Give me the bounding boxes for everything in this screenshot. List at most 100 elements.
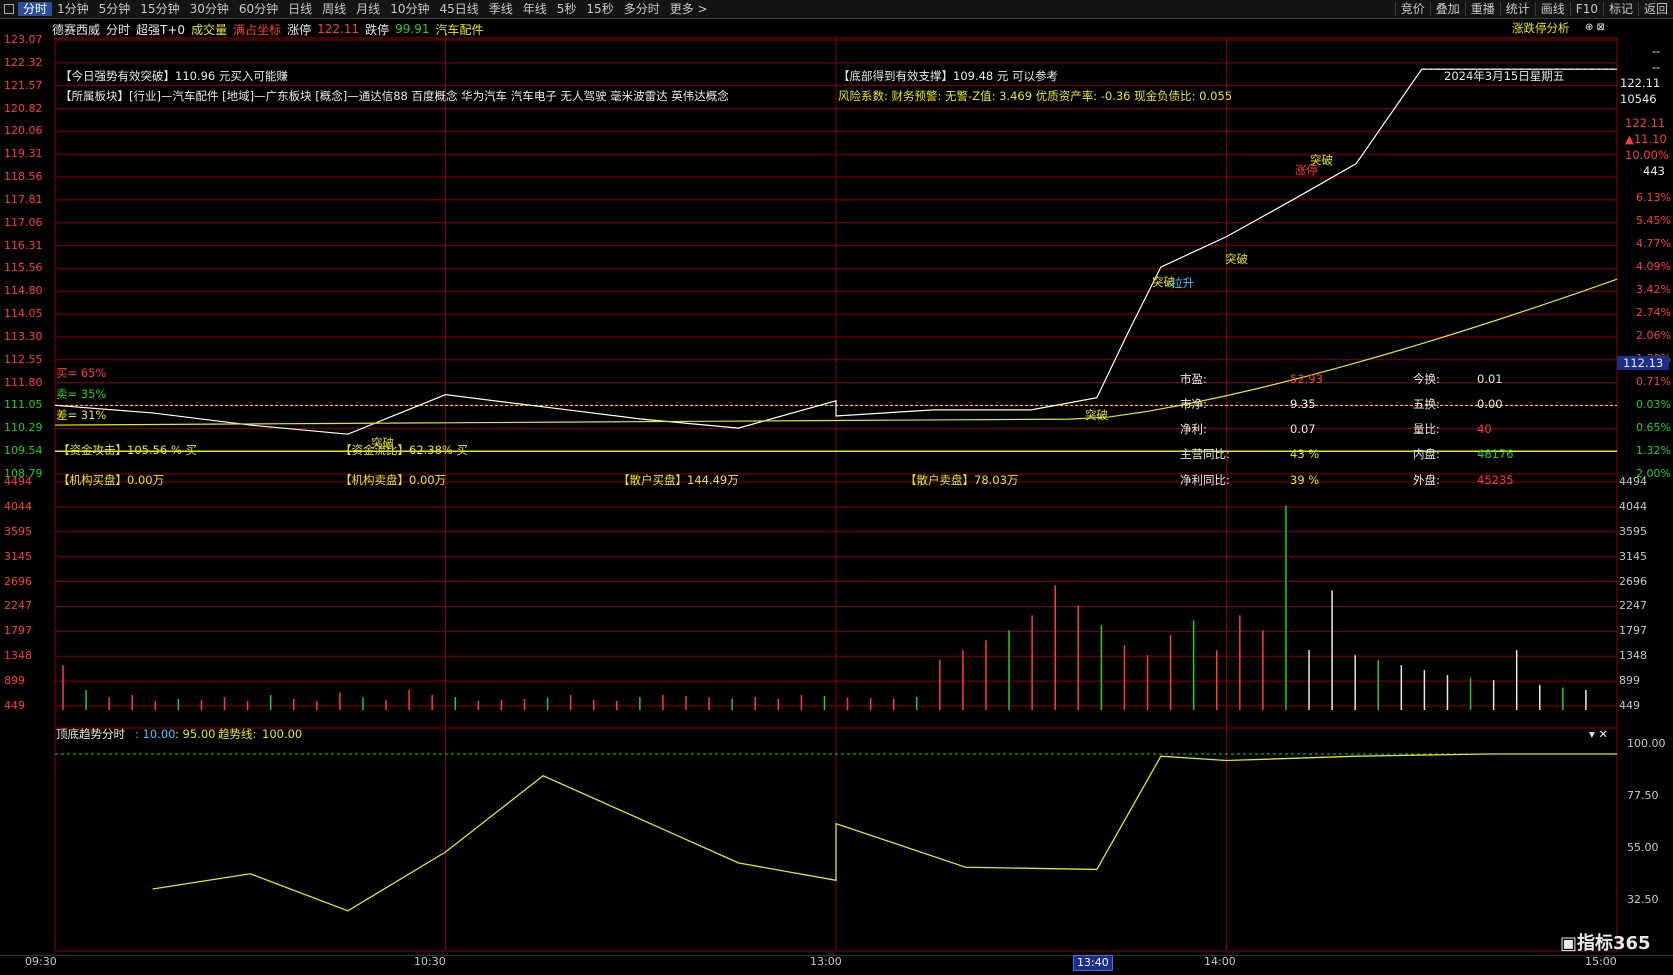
time-tick: 13:40 [1073, 955, 1113, 971]
price-tick: 113.30 [4, 329, 43, 343]
volume-tick: 3595 [1619, 524, 1647, 538]
outer-value: 45235 [1477, 473, 1514, 487]
time-tick: 09:30 [25, 955, 57, 968]
volume-tick: 899 [4, 674, 25, 688]
price-tick: 119.31 [4, 147, 43, 161]
volume-tick: 2696 [1619, 574, 1647, 588]
retail-buy: 【散户买盘】144.49万 [618, 473, 739, 487]
pct-tick: 6.13% [1636, 191, 1671, 204]
volume-tick: 1348 [4, 649, 32, 663]
price-tick: 120.06 [4, 124, 43, 138]
pct-tick: 1.32% [1636, 444, 1671, 457]
chart-canvas [54, 37, 1618, 952]
indicator-line [152, 753, 1617, 912]
fund-attack: 【资金攻击】105.56 % 买 [58, 443, 197, 457]
right-price-2: 122.11 [1625, 116, 1666, 130]
pct-tick: 4.09% [1636, 260, 1671, 273]
price-tick: 123.07 [4, 33, 43, 46]
pct-tick: 4.77% [1636, 237, 1671, 250]
volume-tick: 1797 [4, 624, 32, 638]
price-tick: 115.56 [4, 261, 43, 275]
npg-label: 净利同比: [1180, 473, 1230, 487]
right-change: ▲11.10 [1625, 132, 1667, 146]
five-value: 0.00 [1477, 397, 1503, 411]
breakthrough-5: 突破 [371, 436, 394, 450]
retail-sell: 【散户卖盘】78.03万 [905, 473, 1019, 487]
indicator-tick: 32.50 [1627, 893, 1659, 906]
strong-break-label: 【今日强势有效突破】110.96 元买入可能赚 [60, 69, 288, 83]
indicator-tick: 100.00 [1627, 737, 1666, 750]
fund-flow: 【资金流比】62.38% 买 [340, 443, 469, 457]
price-tick: 116.31 [4, 238, 43, 252]
price-tick: 122.32 [4, 55, 43, 69]
price-tick: 114.05 [4, 307, 43, 321]
right-change-pct: 10.00% [1625, 148, 1669, 162]
price-tick: 121.57 [4, 78, 43, 92]
pb-value: 9.35 [1290, 397, 1316, 411]
bottom-support-label: 【底部得到有效支撑】109.48 元 可以参考 [838, 69, 1059, 83]
pull-up-label: -拉升 [1167, 276, 1195, 290]
time-tick: 10:30 [414, 955, 446, 968]
volume-tick: 3145 [4, 549, 32, 563]
sell-pct: 卖= 35% [56, 387, 107, 401]
np-value: 0.07 [1290, 422, 1316, 436]
right-vol-1: 10546 [1620, 92, 1657, 106]
today-value: 0.01 [1477, 372, 1503, 386]
price-tick: 111.80 [4, 375, 43, 389]
volume-tick: 4044 [1619, 499, 1647, 513]
ratio-label: 量比: [1413, 422, 1440, 436]
risk-label: 风险系数: 财务预警: 无警-Z值: 3.469 优质资产率: -0.36 现金… [838, 89, 1233, 103]
pct-tick: 2.06% [1636, 329, 1671, 342]
volume-tick: 1348 [1619, 649, 1647, 663]
price-tick: 110.29 [4, 421, 43, 435]
volume-tick: 449 [4, 699, 25, 712]
dash-2: -- [1652, 60, 1661, 74]
volume-tick: 4494 [1619, 475, 1647, 488]
ratio-value: 40 [1477, 422, 1492, 436]
indicator-title[interactable]: 顶底趋势分时 [56, 727, 125, 741]
outer-label: 外盘: [1413, 473, 1440, 487]
volume-tick: 3145 [1619, 549, 1647, 563]
price-tick: 117.06 [4, 215, 43, 229]
rev-label: 主营同比: [1180, 447, 1230, 461]
volume-tick: 1797 [1619, 624, 1647, 638]
right-price-1: 122.11 [1620, 76, 1661, 90]
price-tick: 112.55 [4, 352, 43, 366]
indicator-p2: : 95.00 [175, 727, 216, 741]
today-label: 今换: [1413, 372, 1440, 386]
logo: ▣指标365 [1560, 933, 1651, 954]
price-tick: 117.81 [4, 192, 43, 206]
price-tick: 114.80 [4, 284, 43, 298]
pct-tick: 2.74% [1636, 306, 1671, 319]
rev-value: 43 % [1290, 447, 1320, 461]
breakthrough-4: 突破 [1085, 408, 1108, 422]
trend-label: 趋势线: [218, 727, 257, 741]
time-tick: 15:00 [1585, 955, 1617, 968]
indicator-close-icon[interactable]: ▾ ✕ [1589, 727, 1608, 741]
volume-tick: 2696 [4, 574, 32, 588]
pct-tick: 0.03% [1636, 398, 1671, 411]
pct-tick: 3.42% [1636, 283, 1671, 296]
volume-tick: 4044 [4, 499, 32, 513]
buy-pct: 买= 65% [56, 366, 107, 380]
npg-value: 39 % [1290, 473, 1320, 487]
volume-tick: 2247 [4, 599, 32, 613]
indicator-tick: 77.50 [1627, 789, 1659, 802]
volume-tick: 4494 [4, 475, 32, 488]
price-tick: 109.54 [4, 444, 43, 458]
right-handover: 443 [1643, 164, 1665, 178]
limit-up-tag: 涨停 [1295, 163, 1318, 177]
diff-pct: 差= 31% [56, 408, 107, 422]
current-price-box: 112.13 [1617, 356, 1670, 370]
inst-buy: 【机构买盘】0.00万 [58, 473, 165, 487]
inner-label: 内盘: [1413, 447, 1440, 461]
date-label: 2024年3月15日星期五 [1444, 69, 1565, 83]
price-tick: 118.56 [4, 170, 43, 184]
price-tick: 120.82 [4, 101, 43, 115]
volume-tick: 2247 [1619, 599, 1647, 613]
time-tick: 13:00 [810, 955, 842, 968]
pct-tick: 5.45% [1636, 214, 1671, 227]
pb-label: 市净: [1180, 397, 1207, 411]
inner-value: 48176 [1477, 447, 1514, 461]
sector-label: 【所属板块】[行业]—汽车配件 [地域]—广东板块 [概念]—通达信88 百度概… [60, 89, 729, 103]
